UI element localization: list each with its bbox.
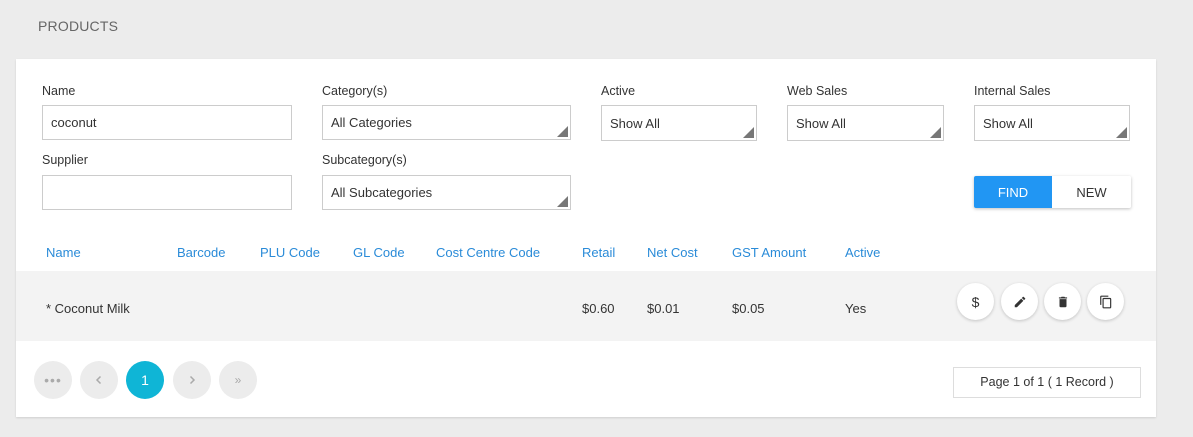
edit-button[interactable]	[1001, 283, 1038, 320]
cell-retail: $0.60	[582, 301, 615, 316]
column-header-retail[interactable]: Retail	[582, 245, 615, 260]
dropdown-arrow-icon	[1116, 127, 1127, 138]
web-sales-select[interactable]: Show All	[787, 105, 944, 141]
page-more-button[interactable]: •••	[34, 361, 72, 399]
column-header-gst-amount[interactable]: GST Amount	[732, 245, 806, 260]
dropdown-arrow-icon	[743, 127, 754, 138]
column-header-active[interactable]: Active	[845, 245, 880, 260]
page-title: PRODUCTS	[38, 18, 119, 34]
active-value: Show All	[610, 116, 660, 131]
column-header-cost-centre-code[interactable]: Cost Centre Code	[436, 245, 540, 260]
page-prev-button[interactable]	[80, 361, 118, 399]
subcategory-filter: Subcategory(s) All Subcategories	[322, 153, 571, 210]
ellipsis-icon: •••	[44, 372, 62, 388]
dropdown-arrow-icon	[557, 196, 568, 207]
delete-button[interactable]	[1044, 283, 1081, 320]
products-card: Name Category(s) All Categories Active S…	[16, 59, 1156, 417]
web-sales-filter: Web Sales Show All	[787, 84, 944, 141]
category-label: Category(s)	[322, 84, 388, 98]
double-chevron-right-icon: »	[234, 373, 242, 387]
cell-name: * Coconut Milk	[46, 301, 130, 316]
internal-sales-label: Internal Sales	[974, 84, 1051, 98]
copy-icon	[1099, 295, 1111, 308]
name-label: Name	[42, 84, 76, 98]
page-number-button[interactable]: 1	[126, 361, 164, 399]
internal-sales-select[interactable]: Show All	[974, 105, 1130, 141]
column-header-plu-code[interactable]: PLU Code	[260, 245, 320, 260]
column-header-name[interactable]: Name	[46, 245, 81, 260]
name-input[interactable]	[42, 105, 292, 140]
supplier-label: Supplier	[42, 153, 88, 167]
web-sales-value: Show All	[796, 116, 846, 131]
internal-sales-filter: Internal Sales Show All	[974, 84, 1130, 141]
find-button[interactable]: FIND	[974, 176, 1052, 208]
page-info: Page 1 of 1 ( 1 Record )	[953, 367, 1141, 398]
page-next-button[interactable]	[173, 361, 211, 399]
column-header-net-cost[interactable]: Net Cost	[647, 245, 698, 260]
internal-sales-value: Show All	[983, 116, 1033, 131]
active-label: Active	[601, 84, 636, 98]
table-row: * Coconut Milk $0.60 $0.01 $0.05 Yes $	[16, 271, 1156, 341]
cell-active: Yes	[845, 301, 867, 316]
chevron-right-icon	[189, 375, 196, 385]
chevron-left-icon	[95, 375, 102, 385]
page-last-button[interactable]: »	[219, 361, 257, 399]
supplier-input[interactable]	[42, 175, 292, 210]
dollar-icon: $	[971, 293, 980, 310]
price-button[interactable]: $	[957, 283, 994, 320]
category-value: All Categories	[331, 115, 412, 130]
new-button[interactable]: NEW	[1052, 176, 1131, 208]
copy-button[interactable]	[1087, 283, 1124, 320]
dropdown-arrow-icon	[930, 127, 941, 138]
cell-gst-amount: $0.05	[732, 301, 765, 316]
pencil-icon	[1014, 296, 1025, 307]
dropdown-arrow-icon	[557, 126, 568, 137]
web-sales-label: Web Sales	[787, 84, 848, 98]
name-filter: Name	[42, 84, 292, 140]
active-select[interactable]: Show All	[601, 105, 757, 141]
supplier-filter: Supplier	[42, 153, 292, 210]
subcategory-select[interactable]: All Subcategories	[322, 175, 571, 210]
subcategory-label: Subcategory(s)	[322, 153, 407, 167]
column-header-barcode[interactable]: Barcode	[177, 245, 225, 260]
active-filter: Active Show All	[601, 84, 757, 141]
category-filter: Category(s) All Categories	[322, 84, 571, 140]
trash-icon	[1058, 296, 1067, 307]
cell-net-cost: $0.01	[647, 301, 680, 316]
category-select[interactable]: All Categories	[322, 105, 571, 140]
column-header-gl-code[interactable]: GL Code	[353, 245, 405, 260]
find-new-button-group: FIND NEW	[974, 176, 1131, 208]
subcategory-value: All Subcategories	[331, 185, 433, 200]
